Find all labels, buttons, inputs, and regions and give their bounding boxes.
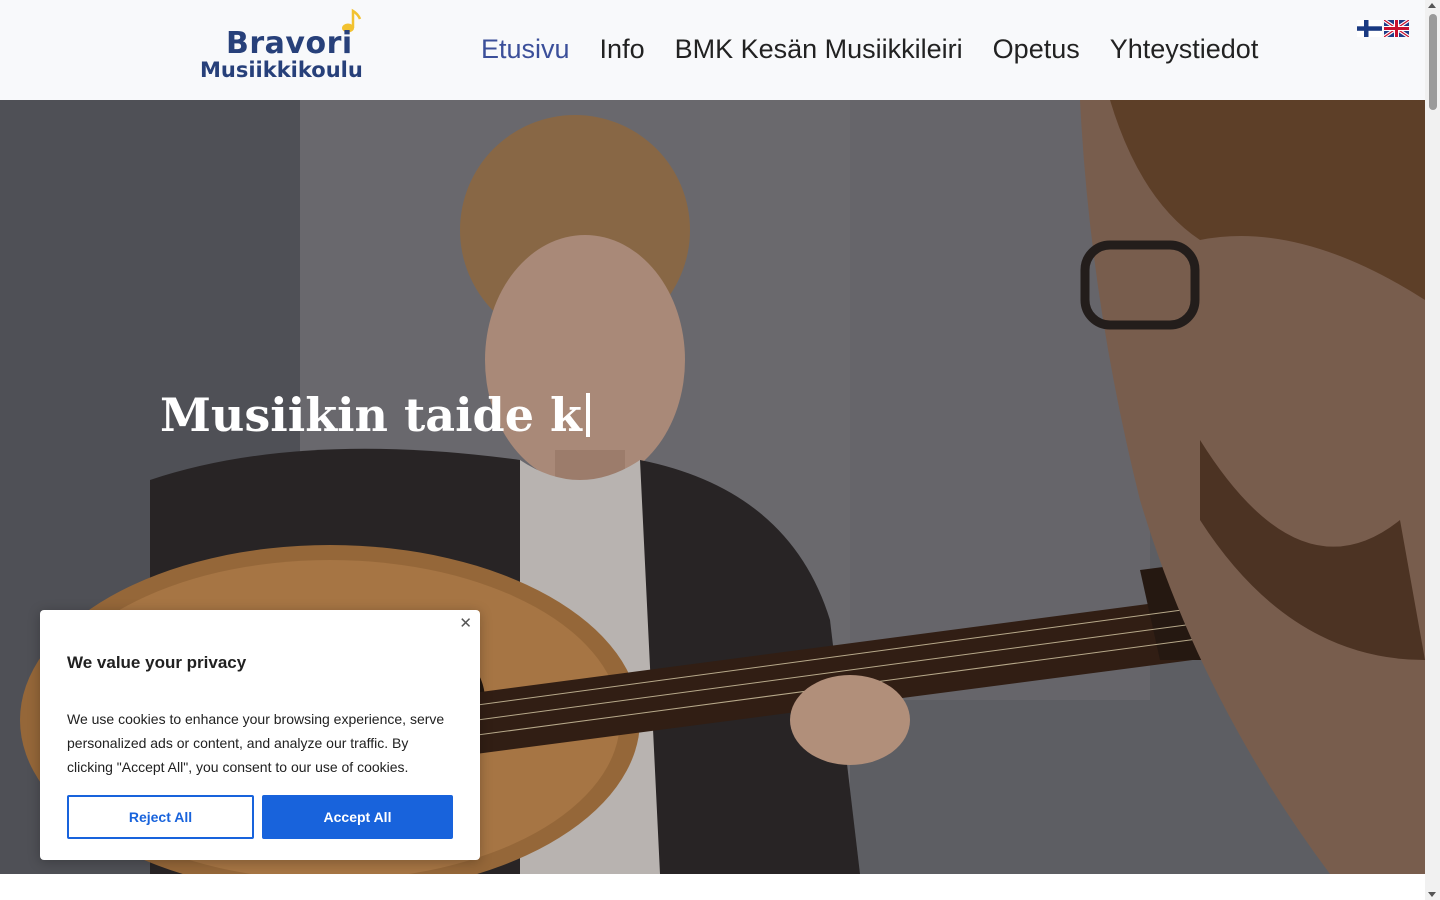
page-scrollbar[interactable] (1425, 0, 1440, 900)
scroll-down-arrow-icon[interactable] (1428, 892, 1436, 897)
hero-title: Musiikin taide k (160, 388, 590, 442)
language-switcher (1357, 20, 1409, 37)
scroll-up-arrow-icon[interactable] (1428, 3, 1436, 8)
finland-flag-icon[interactable] (1357, 20, 1382, 37)
nav-item-kesan-musiikkileiri[interactable]: BMK Kesän Musiikkileiri (675, 34, 963, 65)
scrollbar-thumb[interactable] (1429, 14, 1437, 110)
uk-flag-icon[interactable] (1384, 20, 1409, 37)
logo[interactable]: Bravori Musiikkikoulu (200, 8, 390, 88)
typing-cursor (585, 393, 590, 437)
site-header: Bravori Musiikkikoulu Etusivu Info BMK K… (0, 0, 1425, 100)
accept-all-button[interactable]: Accept All (262, 795, 453, 839)
logo-text-bravori: Bravori (226, 26, 353, 61)
content-section-start (0, 874, 1425, 900)
nav-item-opetus[interactable]: Opetus (993, 34, 1080, 65)
main-navigation: Etusivu Info BMK Kesän Musiikkileiri Ope… (481, 34, 1288, 65)
cookie-consent-banner: ✕ We value your privacy We use cookies t… (40, 610, 480, 860)
nav-item-info[interactable]: Info (600, 34, 645, 65)
cookie-title: We value your privacy (67, 653, 247, 672)
hero-title-text: Musiikin taide k (160, 388, 582, 442)
close-icon[interactable]: ✕ (459, 614, 472, 632)
reject-all-button[interactable]: Reject All (67, 795, 254, 839)
nav-item-yhteystiedot[interactable]: Yhteystiedot (1110, 34, 1259, 65)
nav-item-etusivu[interactable]: Etusivu (481, 34, 570, 65)
logo-text-musiikkikoulu: Musiikkikoulu (200, 58, 363, 82)
cookie-description: We use cookies to enhance your browsing … (67, 711, 445, 775)
